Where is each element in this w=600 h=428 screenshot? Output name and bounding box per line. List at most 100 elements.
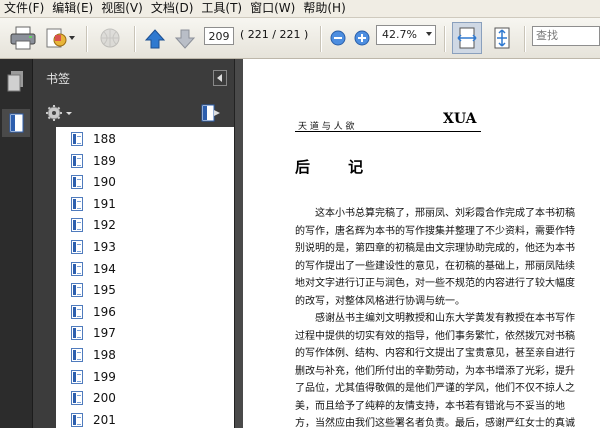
arrow-down-icon [174, 29, 196, 49]
bookmarks-toolbar [33, 101, 234, 125]
bookmark-label: 201 [93, 412, 116, 427]
bookmark-icon [71, 412, 83, 427]
bookmark-icon [71, 283, 83, 298]
minus-icon [330, 30, 346, 46]
bookmark-item[interactable]: 198 [56, 344, 234, 366]
bookmark-icon [71, 175, 83, 190]
menu-file[interactable]: 文件(F) [0, 0, 48, 17]
bookmark-label: 198 [93, 348, 116, 362]
bookmark-icon [71, 348, 83, 362]
menu-view[interactable]: 视图(V) [97, 0, 147, 17]
text-line: 别说明的是，第四章的初稿是由文宗理协助完成的，他还为本书 [295, 243, 575, 254]
bookmark-item[interactable]: 190 [56, 171, 234, 193]
bookmark-item[interactable]: 193 [56, 236, 234, 258]
bookmark-icon [71, 218, 83, 233]
print-button[interactable] [8, 24, 38, 52]
zoom-out-button[interactable] [330, 30, 346, 46]
text-line: 了品位，尤其值得敬佩的是他们严谨的学风，他们不仅不掠人之 [295, 383, 575, 394]
bookmark-list: 188 189 190 191 192 193 194 195 196 197 198 199 200 2… [56, 127, 234, 428]
bookmark-item[interactable]: 195 [56, 279, 234, 301]
bookmark-icon [71, 196, 83, 211]
pages-icon [7, 71, 23, 92]
previous-page-button[interactable] [142, 26, 168, 52]
text-line: 地对文字进行订正与润色，对一些不规范的内容进行了较大幅度 [295, 278, 575, 289]
bookmark-item[interactable]: 200 [56, 387, 234, 409]
menu-bar: 文件(F) 编辑(E) 视图(V) 文档(D) 工具(T) 窗口(W) 帮助(H… [0, 0, 600, 18]
zoom-select[interactable]: 42.7% [376, 25, 436, 45]
printer-icon [10, 26, 36, 50]
bookmark-item[interactable]: 201 [56, 409, 234, 428]
text-line: 的写作提出了一些建设性的意见，在初稿的基础上，邢丽凤陆续 [295, 260, 575, 272]
bookmark-icon [9, 113, 24, 133]
text-line: 美，而且给予了纯粹的友情支持，本书若有错讹与不妥当的地 [295, 400, 565, 412]
bookmark-label: 192 [93, 218, 116, 233]
globe-icon [100, 28, 120, 48]
bookmark-item[interactable]: 194 [56, 258, 234, 280]
zoom-value: 42.7% [382, 28, 417, 41]
chapter-title: 后 记 [295, 158, 366, 176]
bookmarks-panel: 书签 188 189 190 191 192 193 194 195 196 197 198 199 2… [33, 59, 234, 428]
attach-button[interactable] [96, 24, 124, 52]
arrow-up-icon [144, 29, 166, 49]
text-line: 的改写，对整体风格进行协调与统一。 [295, 295, 465, 307]
navigation-strip [0, 59, 33, 428]
bookmark-label: 188 [93, 132, 116, 146]
bookmark-item[interactable]: 191 [56, 193, 234, 215]
comment-tool-button[interactable] [44, 24, 78, 52]
zoom-in-button[interactable] [354, 30, 370, 46]
fit-page-button[interactable] [488, 24, 516, 52]
comment-tool-icon [46, 28, 75, 48]
bookmark-label: 189 [93, 153, 116, 168]
menu-document[interactable]: 文档(D) [147, 0, 198, 17]
bookmark-label: 191 [93, 196, 116, 211]
menu-edit[interactable]: 编辑(E) [48, 0, 97, 17]
bookmark-label: 194 [93, 261, 116, 276]
chevron-left-icon [217, 74, 222, 82]
bookmark-item[interactable]: 188 [56, 128, 234, 150]
bookmark-goto-icon [201, 104, 220, 122]
text-line: 删改与补充，他们所付出的辛勤劳动，为本书增添了光彩，提升 [295, 365, 575, 377]
bookmark-label: 190 [93, 175, 116, 190]
options-button[interactable] [45, 104, 73, 122]
bookmark-item[interactable]: 189 [56, 150, 234, 172]
bookmark-label: 196 [93, 304, 116, 319]
header-rule [295, 131, 481, 132]
page-number-input[interactable]: 209 [204, 27, 234, 45]
fit-page-icon [494, 27, 510, 49]
search-input[interactable]: 查找 [532, 26, 600, 46]
collapse-panel-button[interactable] [213, 70, 227, 86]
bookmarks-panel-title: 书签 [46, 72, 71, 86]
bookmarks-panel-button[interactable] [2, 109, 30, 137]
menu-window[interactable]: 窗口(W) [246, 0, 299, 17]
next-page-button[interactable] [172, 26, 198, 52]
bookmark-label: 195 [93, 283, 116, 298]
bookmark-icon [71, 304, 83, 319]
fit-width-icon [457, 27, 477, 49]
plus-icon [354, 30, 370, 46]
bookmark-item[interactable]: 199 [56, 366, 234, 388]
pages-panel-button[interactable] [6, 69, 26, 93]
text-line: 方，当然应由我们这些署名者负责。最后，感谢严红女士的真诚 [295, 418, 575, 428]
bookmarks-panel-header: 书签 [33, 67, 234, 89]
menu-tools[interactable]: 工具(T) [197, 0, 246, 17]
header-logo: XUA [443, 111, 477, 127]
bookmark-item[interactable]: 192 [56, 214, 234, 236]
bookmark-icon [71, 369, 83, 384]
gear-icon [46, 105, 72, 121]
bookmark-icon [71, 391, 83, 406]
text-line: 的写作体例、结构、内容和行文提出了宝贵意见，甚至亲自进行 [295, 348, 575, 359]
bookmark-icon [71, 132, 83, 146]
bookmark-item[interactable]: 196 [56, 301, 234, 323]
bookmark-item[interactable]: 197 [56, 322, 234, 344]
expand-bookmark-button[interactable] [199, 103, 223, 123]
text-line: 这本小书总算完稿了，邢丽凤、刘彩霞合作完成了本书初稿 [315, 208, 575, 219]
fit-width-button[interactable] [452, 22, 482, 54]
text-line: 的写作，唐名辉为本书的写作搜集并整理了不少资料，需要作特 [295, 225, 575, 237]
text-line: 感谢丛书主编刘文明教授和山东大学黄发有教授在本书写作 [315, 313, 575, 324]
text-line: 过程中提供的切实有效的指导，他们事务繁忙，依然拨冗对书稿 [295, 330, 575, 342]
menu-help[interactable]: 帮助(H) [299, 0, 349, 17]
bookmark-icon [71, 326, 83, 341]
bookmark-label: 200 [93, 391, 116, 406]
bookmark-label: 193 [93, 240, 116, 254]
chevron-down-icon [426, 32, 432, 36]
